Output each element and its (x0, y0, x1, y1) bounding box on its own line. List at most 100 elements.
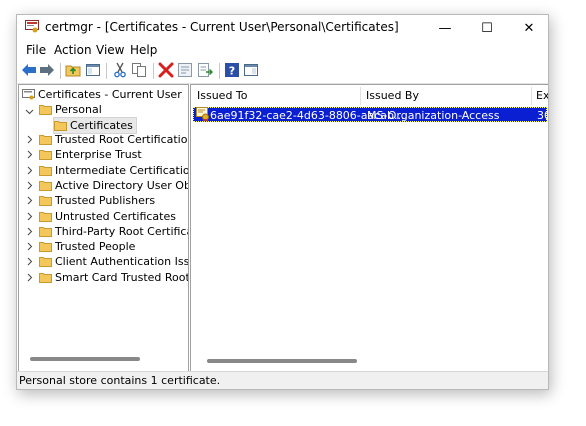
tree-item-store[interactable]: Trusted Publishers (39, 193, 155, 208)
tree-item-store[interactable]: Untrusted Certificates (39, 209, 176, 224)
tree-item-label: Untrusted Certificates (55, 209, 176, 223)
certificate-icon (196, 107, 209, 122)
back-arrow-icon (22, 64, 36, 76)
column-label: Issued By (366, 88, 419, 102)
maximize-icon: ☐ (481, 20, 493, 36)
tree-item-label: Enterprise Trust (55, 148, 142, 162)
status-text: Personal store contains 1 certificate. (19, 374, 221, 387)
tree-item-store[interactable]: Active Directory User Object (39, 178, 188, 193)
chevron-right-icon[interactable] (25, 150, 34, 159)
delete-icon (158, 62, 174, 78)
chevron-right-icon[interactable] (25, 196, 34, 205)
folder-icon (39, 242, 52, 253)
maximize-button[interactable]: ☐ (466, 15, 508, 41)
back-button[interactable] (21, 62, 37, 78)
list-horizontal-scrollbar[interactable] (207, 359, 357, 363)
delete-button[interactable] (158, 62, 174, 78)
tree-item-label: Personal (55, 103, 102, 116)
folder-icon (39, 226, 52, 237)
cut-button[interactable] (112, 62, 128, 78)
folder-icon (39, 135, 52, 145)
minimize-icon: — (438, 20, 452, 36)
tree-item-label: Client Authentication Issuers (55, 255, 189, 269)
column-divider[interactable] (531, 87, 532, 105)
chevron-right-icon[interactable] (25, 227, 34, 236)
chevron-down-icon[interactable] (25, 107, 34, 116)
toolbar-separator (153, 63, 154, 79)
up-folder-icon (65, 65, 81, 77)
folder-icon (39, 150, 52, 161)
column-label: Issued To (197, 88, 248, 102)
menu-view[interactable]: View (96, 43, 124, 57)
menu-bar: File Action View Help (17, 41, 548, 59)
title-bar: certmgr - [Certificates - Current User\P… (17, 15, 548, 41)
tree-item-label: Trusted Root Certification Aut (55, 133, 189, 146)
column-header-expiration[interactable]: Ex (536, 85, 549, 105)
tree-item-label: Active Directory User Object (55, 178, 188, 192)
up-one-level-button[interactable] (65, 62, 81, 78)
toolbar-separator (106, 63, 107, 79)
cell-expiration: 30 (537, 109, 548, 122)
copy-button[interactable] (131, 62, 147, 78)
certmgr-app-icon (25, 20, 39, 33)
export-list-button[interactable] (197, 62, 213, 78)
console-tree: Certificates - Current User Personal Cer… (18, 84, 189, 372)
chevron-right-icon[interactable] (25, 242, 34, 251)
action-pane-icon (244, 64, 258, 76)
column-header-issued-by[interactable]: Issued By (366, 85, 419, 105)
close-button[interactable]: ✕ (508, 15, 548, 41)
tree-item-label: Trusted Publishers (55, 194, 156, 208)
folder-icon (39, 272, 52, 283)
folder-icon (39, 211, 52, 222)
forward-button[interactable] (39, 62, 55, 78)
tree-item-store[interactable]: Client Authentication Issuers (39, 254, 189, 269)
certmgr-window: certmgr - [Certificates - Current User\P… (16, 14, 549, 390)
tree-item-label: Trusted People (55, 240, 136, 254)
cell-issued-by: MS-Organization-Access (367, 109, 500, 122)
column-divider[interactable] (360, 87, 361, 105)
chevron-right-icon[interactable] (25, 212, 34, 221)
chevron-right-icon[interactable] (25, 273, 34, 282)
tree-root-label: Certificates - Current User (38, 88, 182, 101)
show-hide-tree-icon (86, 64, 100, 76)
certificate-list: ^ Issued To Issued By Ex 6ae91f32-cae2-4… (190, 84, 549, 372)
svg-text:?: ? (229, 65, 235, 78)
tree-root[interactable]: Certificates - Current User (22, 87, 182, 102)
tree-item-store[interactable]: Enterprise Trust (39, 147, 142, 162)
tree-item-store[interactable]: Third-Party Root Certification (39, 224, 188, 239)
tree-item-store[interactable]: Smart Card Trusted Roots (39, 270, 188, 285)
help-button[interactable]: ? (224, 62, 240, 78)
tree-item-store[interactable]: Intermediate Certification Aut (39, 163, 188, 178)
minimize-button[interactable]: — (424, 15, 466, 41)
status-bar: Personal store contains 1 certificate. (17, 371, 548, 389)
cut-icon (114, 62, 126, 78)
chevron-right-icon[interactable] (25, 166, 34, 175)
folder-icon (39, 165, 52, 176)
tree-horizontal-scrollbar[interactable] (30, 357, 140, 361)
tree-item-personal[interactable]: Personal (39, 102, 102, 117)
tree-item-label: Third-Party Root Certification (55, 224, 188, 238)
properties-button[interactable] (177, 62, 193, 78)
folder-icon (54, 121, 67, 131)
sort-indicator: ^ (275, 84, 283, 92)
window-title: certmgr - [Certificates - Current User\P… (45, 20, 399, 34)
folder-open-icon (39, 105, 52, 115)
chevron-right-icon[interactable] (25, 257, 34, 266)
menu-action[interactable]: Action (54, 43, 92, 57)
chevron-right-icon[interactable] (25, 181, 34, 190)
menu-file[interactable]: File (26, 43, 46, 57)
tree-item-store[interactable]: Trusted People (39, 239, 135, 254)
tree-item-store[interactable]: Trusted Root Certification Aut (39, 132, 189, 147)
certificate-store-icon (22, 89, 35, 100)
chevron-right-icon[interactable] (25, 135, 34, 144)
table-row[interactable]: 6ae91f32-cae2-4d63-8806-aacab... MS-Orga… (193, 107, 548, 122)
toolbar-separator (60, 63, 61, 79)
column-label: Ex (536, 88, 549, 102)
column-header-issued-to[interactable]: Issued To (197, 85, 248, 105)
folder-icon (39, 180, 52, 191)
help-icon: ? (225, 63, 239, 78)
show-hide-tree-button[interactable] (85, 62, 101, 78)
menu-help[interactable]: Help (130, 43, 157, 57)
close-icon: ✕ (523, 20, 535, 36)
action-pane-button[interactable] (243, 62, 259, 78)
